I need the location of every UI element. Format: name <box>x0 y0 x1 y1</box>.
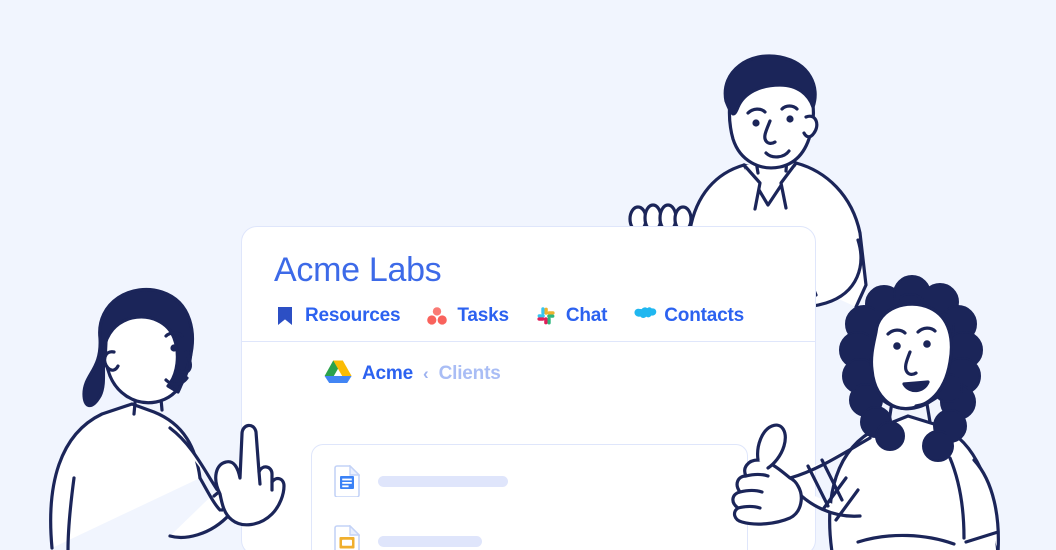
file-list-panel <box>311 444 748 550</box>
google-tasks-icon <box>426 305 448 327</box>
nav-item-tasks[interactable]: Tasks <box>426 304 509 327</box>
file-row-document[interactable] <box>334 464 747 498</box>
breadcrumb-item-clients[interactable]: Clients <box>439 363 501 385</box>
illustration-canvas: Acme Labs Resources Tasks Chat Contacts … <box>0 0 1056 550</box>
breadcrumb-item-acme[interactable]: Acme <box>362 363 413 385</box>
nav-label-tasks: Tasks <box>457 304 509 326</box>
file-name-placeholder <box>378 535 482 547</box>
google-drive-icon <box>324 359 352 389</box>
slack-icon <box>535 305 557 327</box>
google-docs-icon <box>334 464 361 498</box>
nav-label-resources: Resources <box>305 304 401 326</box>
salesforce-cloud-icon <box>633 305 657 327</box>
illustration-woman-thumbs-up <box>712 270 1012 550</box>
nav-item-chat[interactable]: Chat <box>535 305 607 327</box>
google-slides-icon <box>334 524 361 550</box>
file-row-presentation[interactable] <box>334 524 747 550</box>
illustration-woman-pointing <box>44 278 304 550</box>
file-name-placeholder <box>378 475 508 487</box>
breadcrumb-separator-icon: ‹ <box>422 363 429 383</box>
nav-label-chat: Chat <box>565 304 608 326</box>
